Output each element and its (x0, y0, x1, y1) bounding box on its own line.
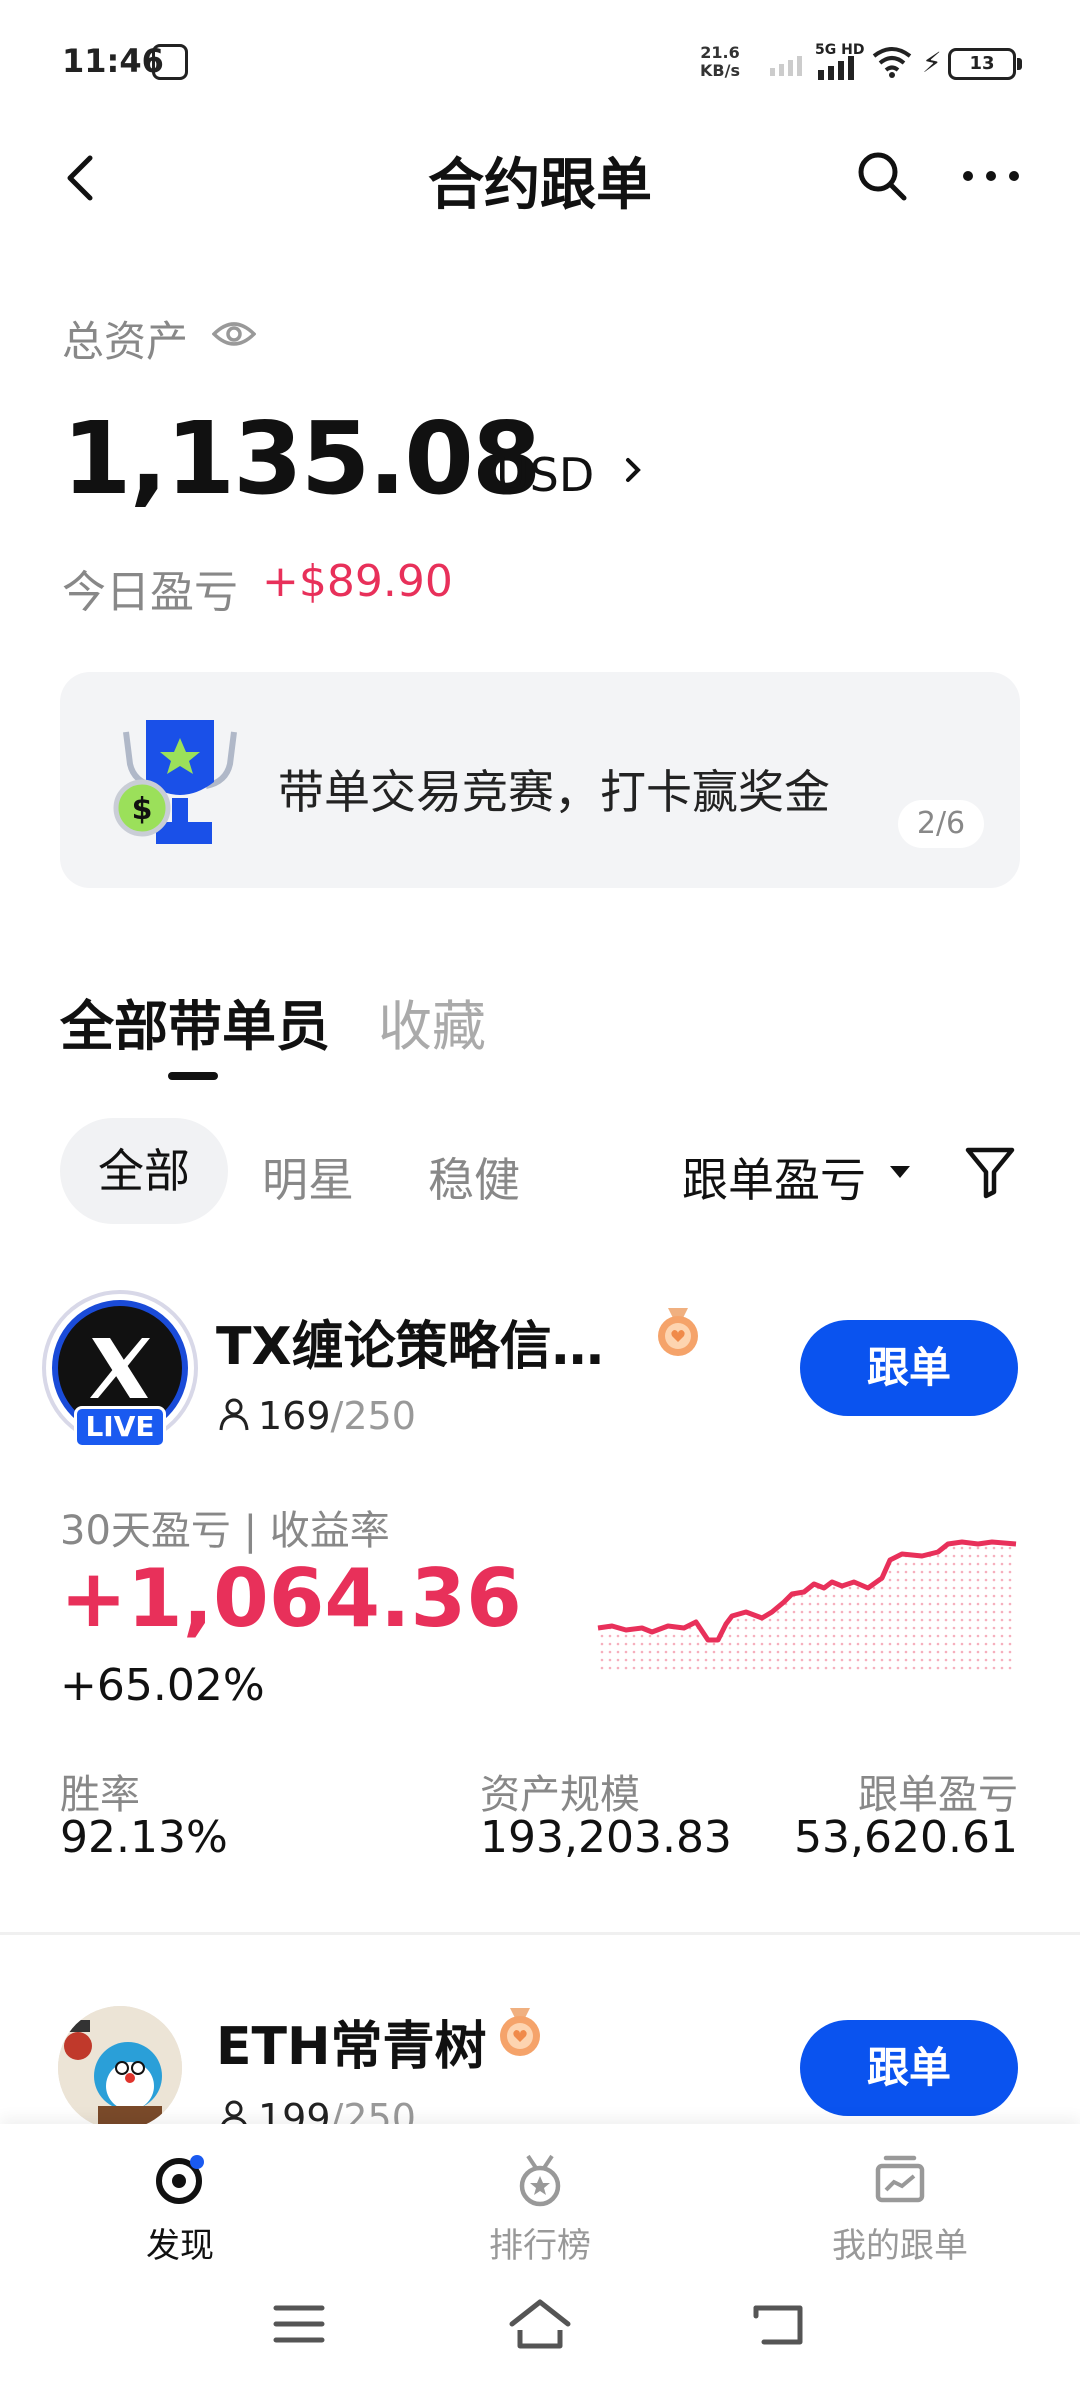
tab-favorites[interactable]: 收藏 (378, 982, 486, 1061)
today-pnl-label: 今日盈亏 (62, 567, 238, 618)
status-time: 11:46 (62, 42, 164, 80)
signal-5g-icon (818, 56, 854, 80)
chevron-right-icon[interactable] (622, 450, 646, 490)
follow-button[interactable]: 跟单 (800, 1320, 1018, 1416)
net-speed: 21.6 KB/s (700, 44, 740, 80)
tab-all-leaders[interactable]: 全部带单员 (60, 982, 330, 1061)
filter-chip-all[interactable]: 全部 (60, 1118, 228, 1224)
filter-chip-steady[interactable]: 稳健 (428, 1144, 520, 1210)
pnl-30d-value: +1,064.36 (60, 1552, 522, 1645)
live-badge: LIVE (74, 1406, 166, 1448)
trader-avatar[interactable] (58, 2006, 182, 2130)
today-pnl-value: +$89.90 (262, 556, 453, 607)
follower-count-current: 169 (258, 1394, 331, 1438)
svg-text:$: $ (132, 792, 153, 827)
nav-my-copy[interactable]: 我的跟单 (800, 2150, 1000, 2267)
discover-icon (156, 2155, 204, 2204)
battery-cap (1017, 58, 1022, 70)
page-title: 合约跟单 (428, 153, 652, 218)
filter-chip-star[interactable]: 明星 (262, 1144, 354, 1210)
net-speed-unit: KB/s (700, 61, 740, 80)
signal-icon (770, 56, 802, 76)
my-copy-icon (875, 2155, 925, 2203)
stat-win-rate-value: 92.13% (60, 1812, 228, 1863)
filter-icon[interactable] (964, 1144, 1016, 1200)
back-nav-icon[interactable] (752, 2300, 806, 2348)
stat-copy-pnl-value: 53,620.61 (794, 1812, 1018, 1863)
search-icon[interactable] (852, 146, 912, 206)
person-icon (219, 1398, 249, 1431)
total-assets-value[interactable]: 1,135.08 (62, 400, 541, 517)
nav-label: 排行榜 (489, 2226, 591, 2266)
system-nav-bar (0, 2270, 1080, 2408)
menu-icon[interactable] (272, 2300, 326, 2348)
medal-icon (500, 2008, 540, 2056)
pnl-sparkline (597, 1539, 1017, 1670)
charging-icon: ⚡ (922, 46, 942, 79)
home-icon[interactable] (508, 2298, 572, 2350)
wifi-icon (872, 47, 912, 78)
ranking-icon (519, 2154, 561, 2207)
follower-count-max: /250 (330, 1394, 416, 1438)
divider (0, 1932, 1080, 1935)
follow-button[interactable]: 跟单 (800, 2020, 1018, 2116)
banner-text[interactable]: 带单交易竞赛，打卡赢奖金 (278, 756, 830, 822)
more-icon[interactable] (958, 146, 1024, 206)
net-speed-value: 21.6 (700, 43, 740, 62)
nav-label: 我的跟单 (832, 2226, 968, 2266)
nav-discover[interactable]: 发现 (80, 2150, 280, 2267)
trader-name[interactable]: ETH常青树 (216, 2004, 487, 2079)
nav-label: 发现 (146, 2226, 214, 2266)
status-bar: 11:46 21.6 KB/s 5G HD ⚡ 13 (0, 0, 1080, 120)
sort-dropdown[interactable]: 跟单盈亏 (682, 1144, 866, 1210)
trophy-icon: $ (113, 720, 237, 844)
return-rate: +65.02% (60, 1660, 265, 1711)
follower-count: 169/250 (258, 1394, 416, 1438)
stat-aum-value: 193,203.83 (480, 1812, 732, 1863)
total-assets-label: 总资产 (62, 317, 189, 366)
battery-level: 13 (948, 48, 1016, 80)
eye-icon[interactable] (212, 316, 256, 352)
medal-icon (658, 1308, 698, 1356)
pnl-30d-label: 30天盈亏 | 收益率 (60, 1508, 390, 1554)
total-assets-unit[interactable]: USD (496, 448, 594, 502)
caret-down-icon[interactable] (888, 1162, 912, 1182)
tab-indicator (168, 1072, 218, 1080)
app-notification-icon (152, 44, 188, 80)
nav-ranking[interactable]: 排行榜 (440, 2150, 640, 2267)
trader-name[interactable]: TX缠论策略信… (216, 1304, 604, 1379)
banner-page-indicator: 2/6 (898, 800, 984, 848)
